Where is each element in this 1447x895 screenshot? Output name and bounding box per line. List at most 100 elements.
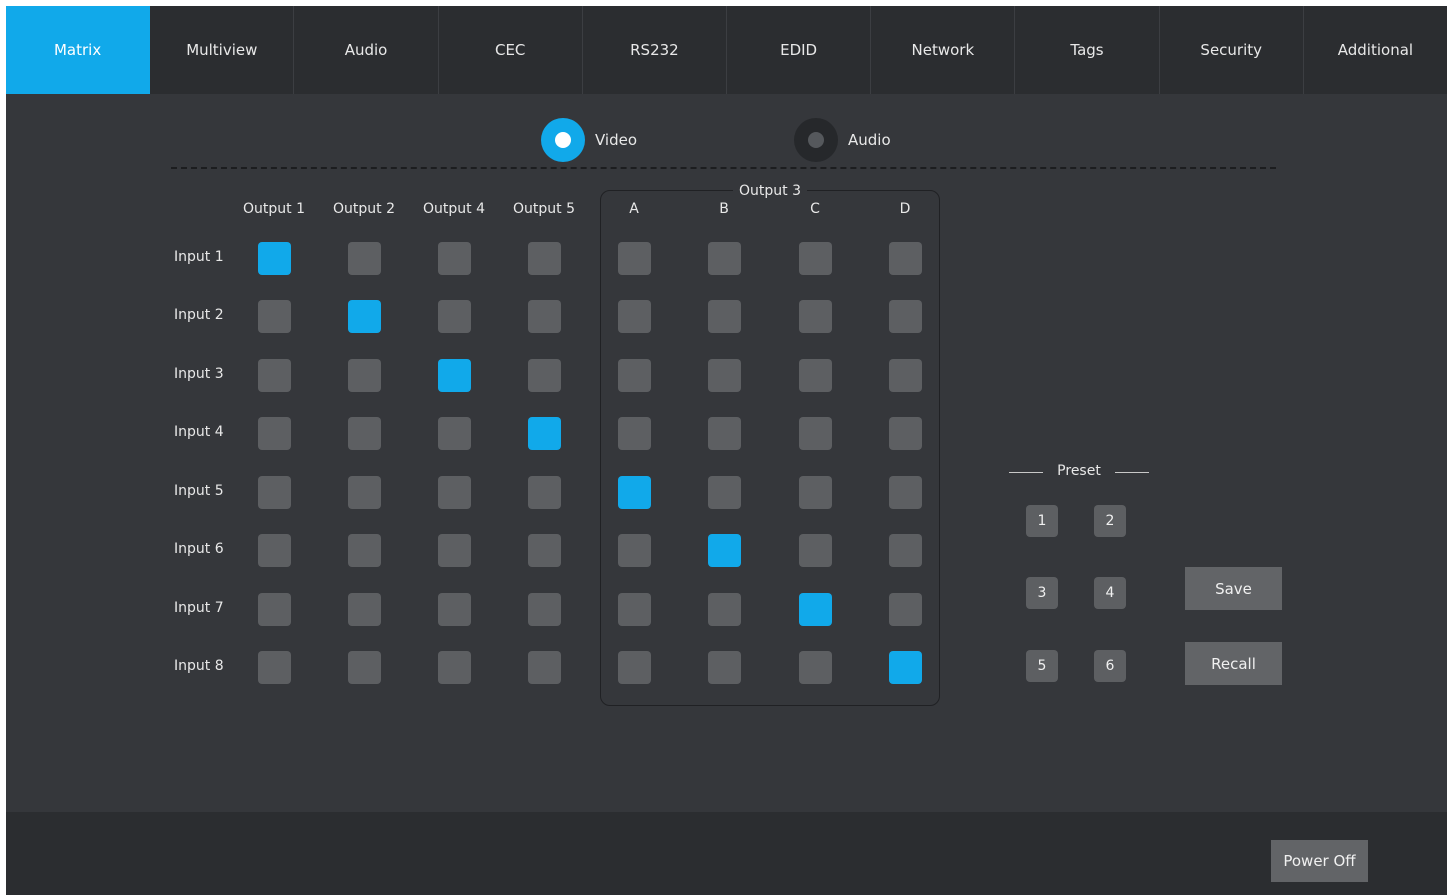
route-cell[interactable]	[528, 651, 561, 684]
route-cell[interactable]	[258, 534, 291, 567]
route-cell[interactable]	[618, 359, 651, 392]
route-cell[interactable]	[799, 476, 832, 509]
route-cell[interactable]	[258, 651, 291, 684]
route-cell[interactable]	[348, 651, 381, 684]
route-cell[interactable]	[889, 651, 922, 684]
column-header: D	[899, 201, 911, 217]
route-cell[interactable]	[258, 359, 291, 392]
route-cell[interactable]	[618, 534, 651, 567]
row-label: Input 3	[174, 366, 224, 382]
route-cell[interactable]	[889, 417, 922, 450]
route-cell[interactable]	[889, 359, 922, 392]
tab-network[interactable]: Network	[871, 6, 1016, 94]
preset-button-5[interactable]: 5	[1026, 650, 1058, 682]
route-cell[interactable]	[708, 417, 741, 450]
video-radio[interactable]	[541, 118, 585, 162]
route-cell[interactable]	[799, 651, 832, 684]
video-mode-option[interactable]: Video	[541, 118, 637, 162]
route-cell[interactable]	[528, 242, 561, 275]
route-cell[interactable]	[348, 417, 381, 450]
preset-rule-left	[1009, 472, 1043, 473]
row-label: Input 5	[174, 483, 224, 499]
route-cell[interactable]	[708, 300, 741, 333]
row-label: Input 7	[174, 600, 224, 616]
audio-radio[interactable]	[794, 118, 838, 162]
tab-tags[interactable]: Tags	[1015, 6, 1160, 94]
route-cell[interactable]	[618, 476, 651, 509]
preset-button-3[interactable]: 3	[1026, 577, 1058, 609]
preset-heading: Preset	[1009, 463, 1149, 481]
route-cell[interactable]	[528, 534, 561, 567]
route-cell[interactable]	[348, 300, 381, 333]
audio-mode-option[interactable]: Audio	[794, 118, 891, 162]
route-cell[interactable]	[348, 593, 381, 626]
tab-cec[interactable]: CEC	[439, 6, 583, 94]
preset-button-4[interactable]: 4	[1094, 577, 1126, 609]
route-cell[interactable]	[258, 593, 291, 626]
route-cell[interactable]	[708, 534, 741, 567]
route-cell[interactable]	[799, 417, 832, 450]
route-cell[interactable]	[348, 242, 381, 275]
route-cell[interactable]	[618, 417, 651, 450]
tab-security[interactable]: Security	[1160, 6, 1304, 94]
route-cell[interactable]	[889, 300, 922, 333]
recall-button[interactable]: Recall	[1185, 642, 1282, 685]
route-cell[interactable]	[438, 417, 471, 450]
tab-additional[interactable]: Additional	[1304, 6, 1447, 94]
route-cell[interactable]	[799, 242, 832, 275]
route-cell[interactable]	[889, 242, 922, 275]
tab-edid[interactable]: EDID	[727, 6, 872, 94]
route-cell[interactable]	[258, 242, 291, 275]
route-cell[interactable]	[799, 300, 832, 333]
route-cell[interactable]	[889, 476, 922, 509]
route-cell[interactable]	[708, 593, 741, 626]
route-cell[interactable]	[618, 300, 651, 333]
video-label: Video	[595, 131, 638, 149]
route-cell[interactable]	[528, 417, 561, 450]
route-cell[interactable]	[528, 593, 561, 626]
route-cell[interactable]	[708, 242, 741, 275]
route-cell[interactable]	[799, 534, 832, 567]
route-cell[interactable]	[258, 476, 291, 509]
route-cell[interactable]	[438, 242, 471, 275]
route-cell[interactable]	[528, 300, 561, 333]
power-off-button[interactable]: Power Off	[1271, 840, 1368, 882]
route-cell[interactable]	[799, 359, 832, 392]
tab-matrix[interactable]: Matrix	[6, 6, 151, 94]
preset-button-6[interactable]: 6	[1094, 650, 1126, 682]
preset-button-1[interactable]: 1	[1026, 505, 1058, 537]
route-cell[interactable]	[258, 417, 291, 450]
tab-audio[interactable]: Audio	[294, 6, 439, 94]
route-cell[interactable]	[618, 651, 651, 684]
preset-button-2[interactable]: 2	[1094, 505, 1126, 537]
route-cell[interactable]	[438, 534, 471, 567]
preset-title: Preset	[1057, 463, 1101, 479]
radio-dot	[555, 132, 571, 148]
tab-multiview[interactable]: Multiview	[150, 6, 295, 94]
route-cell[interactable]	[438, 359, 471, 392]
audio-label: Audio	[848, 131, 891, 149]
route-cell[interactable]	[348, 359, 381, 392]
route-cell[interactable]	[708, 651, 741, 684]
route-cell[interactable]	[438, 593, 471, 626]
row-label: Input 6	[174, 541, 224, 557]
app-window: Matrix Multiview Audio CEC RS232 EDID Ne…	[6, 6, 1447, 895]
save-button[interactable]: Save	[1185, 567, 1282, 610]
tab-rs232[interactable]: RS232	[583, 6, 728, 94]
route-cell[interactable]	[618, 242, 651, 275]
route-cell[interactable]	[618, 593, 651, 626]
route-cell[interactable]	[348, 476, 381, 509]
route-cell[interactable]	[258, 300, 291, 333]
route-cell[interactable]	[528, 476, 561, 509]
route-cell[interactable]	[528, 359, 561, 392]
route-cell[interactable]	[799, 593, 832, 626]
route-cell[interactable]	[889, 593, 922, 626]
route-cell[interactable]	[438, 300, 471, 333]
row-label: Input 1	[174, 249, 224, 265]
route-cell[interactable]	[438, 651, 471, 684]
route-cell[interactable]	[708, 476, 741, 509]
route-cell[interactable]	[708, 359, 741, 392]
route-cell[interactable]	[889, 534, 922, 567]
route-cell[interactable]	[348, 534, 381, 567]
route-cell[interactable]	[438, 476, 471, 509]
